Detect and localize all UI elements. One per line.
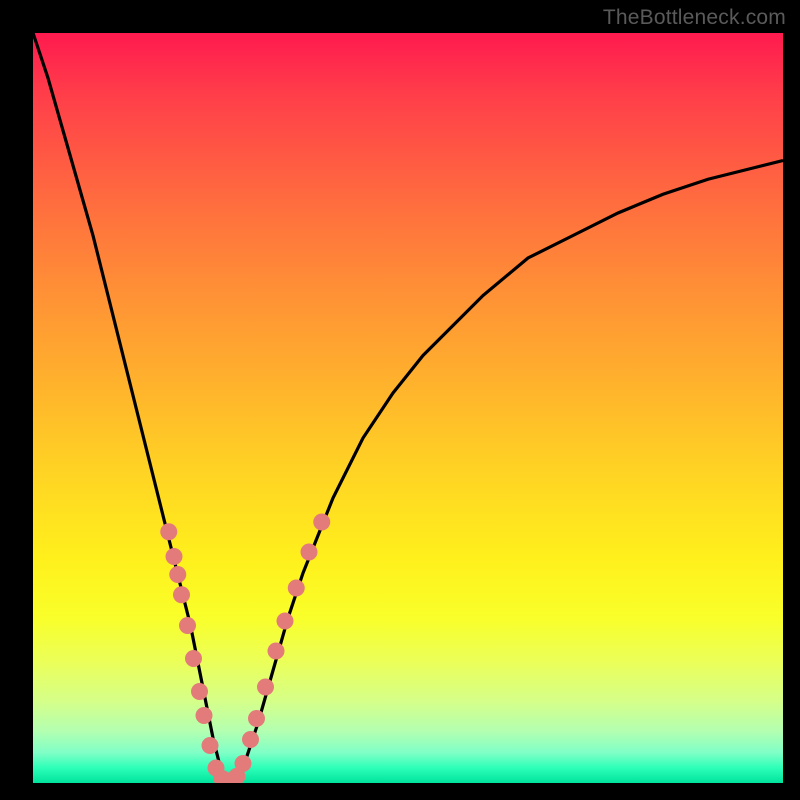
data-marker bbox=[202, 737, 219, 754]
data-marker bbox=[169, 566, 186, 583]
bottleneck-curve-path bbox=[33, 33, 783, 783]
data-marker bbox=[268, 643, 285, 660]
data-marker bbox=[160, 523, 177, 540]
data-marker bbox=[179, 617, 196, 634]
data-marker bbox=[248, 710, 265, 727]
data-marker bbox=[196, 707, 213, 724]
data-marker bbox=[242, 731, 259, 748]
data-markers bbox=[160, 514, 330, 784]
chart-frame: TheBottleneck.com bbox=[0, 0, 800, 800]
data-marker bbox=[313, 514, 330, 531]
data-marker bbox=[166, 548, 183, 565]
data-marker bbox=[191, 683, 208, 700]
data-marker bbox=[235, 755, 252, 772]
data-marker bbox=[277, 613, 294, 630]
data-marker bbox=[288, 580, 305, 597]
watermark-text: TheBottleneck.com bbox=[603, 6, 786, 30]
plot-area bbox=[33, 33, 783, 783]
data-marker bbox=[301, 544, 318, 561]
data-marker bbox=[185, 650, 202, 667]
bottleneck-curve-svg bbox=[33, 33, 783, 783]
data-marker bbox=[173, 586, 190, 603]
data-marker bbox=[257, 679, 274, 696]
